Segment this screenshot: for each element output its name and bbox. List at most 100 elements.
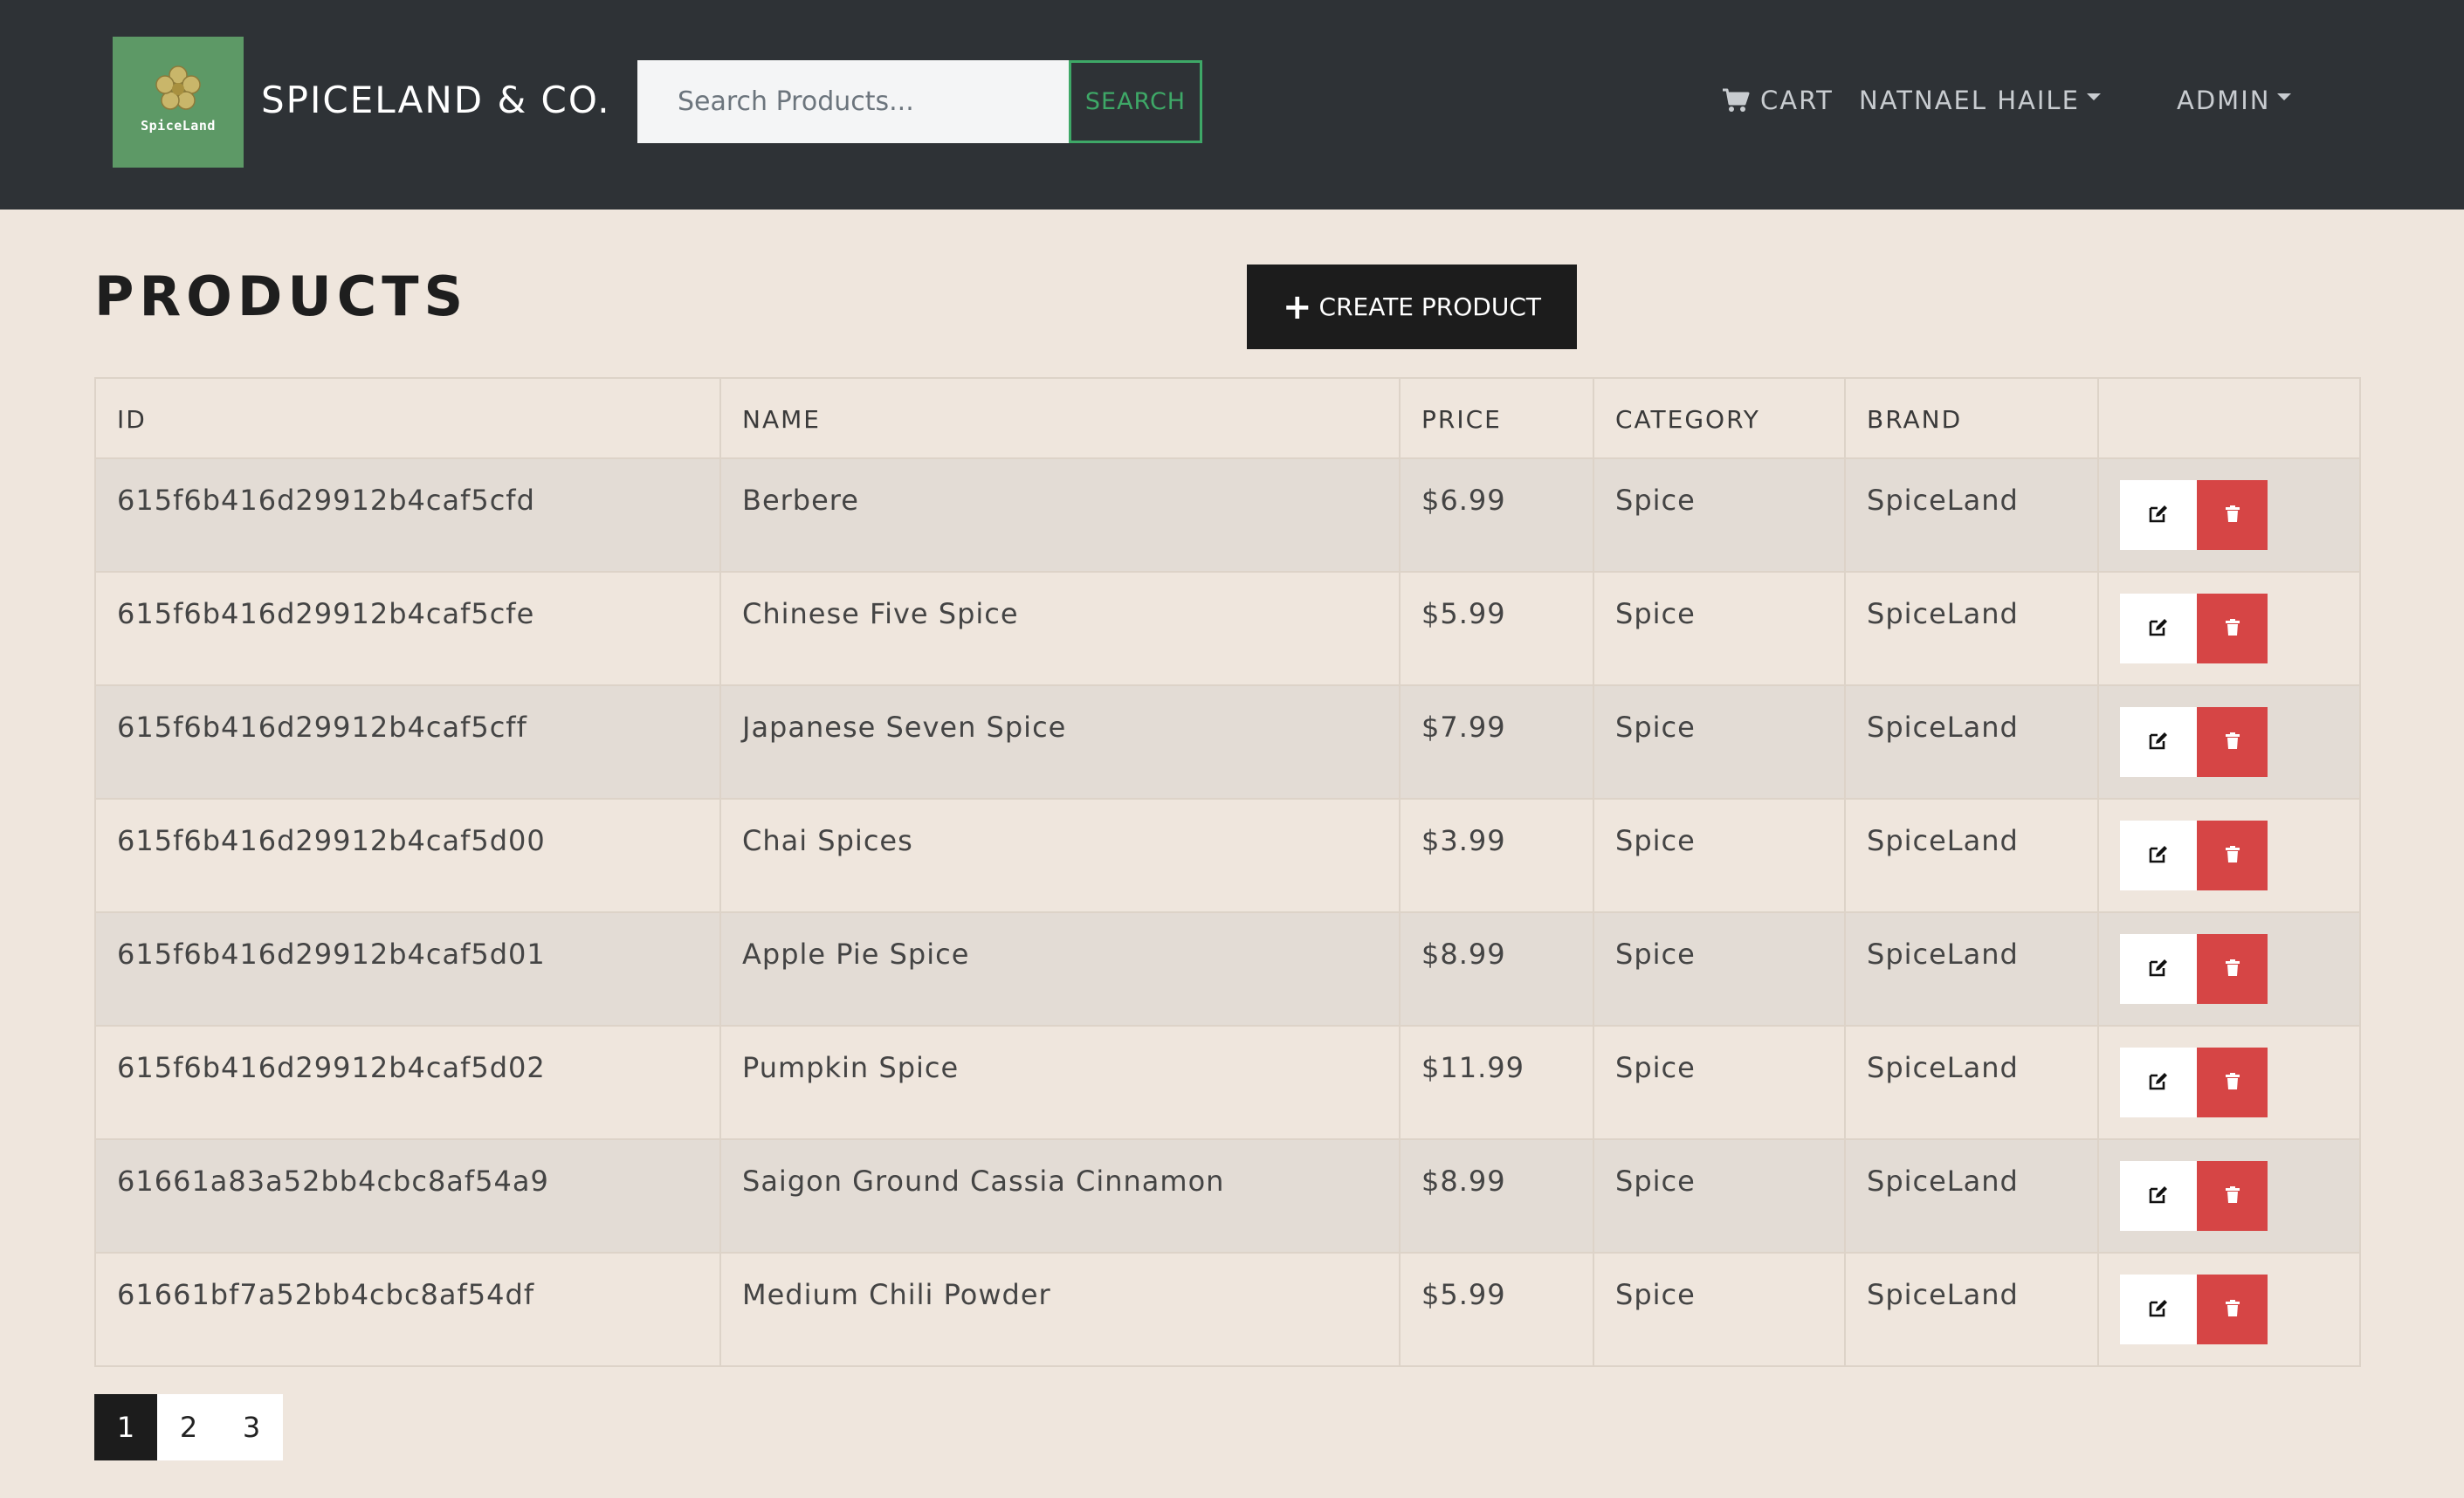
cell-id: 615f6b416d29912b4caf5cfe: [94, 571, 721, 686]
table-row: 61661bf7a52bb4cbc8af54df Medium Chili Pow…: [94, 1252, 2361, 1367]
cell-category: Spice: [1593, 911, 1846, 1027]
page-1-button[interactable]: 1: [94, 1394, 157, 1460]
header-id: ID: [94, 377, 721, 459]
cell-id: 615f6b416d29912b4caf5d02: [94, 1025, 721, 1140]
cart-link[interactable]: CART: [1722, 80, 1834, 120]
cell-category: Spice: [1593, 571, 1846, 686]
cell-price: $3.99: [1399, 798, 1594, 913]
cell-name: Chai Spices: [719, 798, 1401, 913]
page-2-button[interactable]: 2: [157, 1394, 220, 1460]
trash-icon: [2225, 618, 2240, 639]
user-dropdown[interactable]: NATNAEL HAILE: [1859, 80, 2101, 120]
cell-actions: [2097, 457, 2361, 573]
page-title: PRODUCTS: [94, 265, 469, 328]
cell-name: Medium Chili Powder: [719, 1252, 1401, 1367]
cell-brand: SpiceLand: [1844, 798, 2099, 913]
cell-category: Spice: [1593, 457, 1846, 573]
trash-icon: [2225, 505, 2240, 526]
delete-button[interactable]: [2197, 821, 2268, 890]
search-button[interactable]: SEARCH: [1069, 60, 1202, 143]
trash-icon: [2225, 845, 2240, 866]
admin-dropdown[interactable]: ADMIN: [2177, 80, 2292, 120]
cell-brand: SpiceLand: [1844, 457, 2099, 573]
table-row: 61661a83a52bb4cbc8af54a9 Saigon Ground Ca…: [94, 1138, 2361, 1254]
edit-button[interactable]: [2120, 934, 2197, 1004]
cell-category: Spice: [1593, 1252, 1846, 1367]
delete-button[interactable]: [2197, 1161, 2268, 1231]
cell-actions: [2097, 571, 2361, 686]
header-price: PRICE: [1399, 377, 1594, 459]
cell-name: Chinese Five Spice: [719, 571, 1401, 686]
header-name: NAME: [719, 377, 1401, 459]
table-header-row: ID NAME PRICE CATEGORY BRAND: [94, 377, 2361, 459]
cell-actions: [2097, 1025, 2361, 1140]
cell-price: $5.99: [1399, 571, 1594, 686]
edit-button[interactable]: [2120, 480, 2197, 550]
table-row: 615f6b416d29912b4caf5d01 Apple Pie Spice $…: [94, 911, 2361, 1027]
cell-category: Spice: [1593, 1025, 1846, 1140]
trash-icon: [2225, 1072, 2240, 1093]
delete-button[interactable]: [2197, 707, 2268, 777]
table-row: 615f6b416d29912b4caf5cfe Chinese Five Spi…: [94, 571, 2361, 686]
edit-icon: [2148, 845, 2169, 867]
navbar: SpiceLand SPICELAND & CO. SEARCH CART NA…: [0, 0, 2464, 210]
cell-price: $6.99: [1399, 457, 1594, 573]
cell-brand: SpiceLand: [1844, 911, 2099, 1027]
logo-text: SpiceLand: [141, 118, 216, 134]
cell-price: $11.99: [1399, 1025, 1594, 1140]
brand-name[interactable]: SPICELAND & CO.: [261, 77, 611, 124]
delete-button[interactable]: [2197, 1048, 2268, 1117]
header-brand: BRAND: [1844, 377, 2099, 459]
edit-icon: [2148, 959, 2169, 980]
cell-brand: SpiceLand: [1844, 1252, 2099, 1367]
delete-button[interactable]: [2197, 480, 2268, 550]
cell-id: 61661bf7a52bb4cbc8af54df: [94, 1252, 721, 1367]
cell-category: Spice: [1593, 1138, 1846, 1254]
cell-price: $5.99: [1399, 1252, 1594, 1367]
delete-button[interactable]: [2197, 934, 2268, 1004]
cell-price: $8.99: [1399, 911, 1594, 1027]
admin-label: ADMIN: [2177, 86, 2271, 115]
edit-button[interactable]: [2120, 821, 2197, 890]
cell-brand: SpiceLand: [1844, 1138, 2099, 1254]
logo[interactable]: SpiceLand: [113, 37, 244, 168]
cell-brand: SpiceLand: [1844, 571, 2099, 686]
cell-category: Spice: [1593, 684, 1846, 800]
edit-icon: [2148, 732, 2169, 753]
create-product-label: CREATE PRODUCT: [1318, 292, 1541, 321]
cell-category: Spice: [1593, 798, 1846, 913]
cart-label: CART: [1760, 86, 1834, 115]
create-product-button[interactable]: + CREATE PRODUCT: [1247, 265, 1577, 349]
cell-brand: SpiceLand: [1844, 1025, 2099, 1140]
cell-name: Saigon Ground Cassia Cinnamon: [719, 1138, 1401, 1254]
header-actions: [2097, 377, 2361, 459]
cell-id: 615f6b416d29912b4caf5cff: [94, 684, 721, 800]
cell-id: 615f6b416d29912b4caf5d01: [94, 911, 721, 1027]
page-3-button[interactable]: 3: [220, 1394, 283, 1460]
edit-icon: [2148, 618, 2169, 640]
plus-icon: +: [1283, 286, 1312, 327]
trash-icon: [2225, 732, 2240, 752]
edit-icon: [2148, 1185, 2169, 1207]
cart-icon: [1723, 88, 1750, 112]
edit-icon: [2148, 505, 2169, 526]
search-input[interactable]: [637, 60, 1069, 143]
header-category: CATEGORY: [1593, 377, 1846, 459]
edit-button[interactable]: [2120, 1161, 2197, 1231]
edit-button[interactable]: [2120, 1048, 2197, 1117]
cell-name: Apple Pie Spice: [719, 911, 1401, 1027]
cell-id: 61661a83a52bb4cbc8af54a9: [94, 1138, 721, 1254]
edit-button[interactable]: [2120, 594, 2197, 663]
delete-button[interactable]: [2197, 594, 2268, 663]
delete-button[interactable]: [2197, 1275, 2268, 1344]
caret-down-icon: [2086, 93, 2101, 100]
cell-id: 615f6b416d29912b4caf5cfd: [94, 457, 721, 573]
edit-button[interactable]: [2120, 707, 2197, 777]
table-row: 615f6b416d29912b4caf5d00 Chai Spices $3.99…: [94, 798, 2361, 913]
cell-name: Berbere: [719, 457, 1401, 573]
products-table: ID NAME PRICE CATEGORY BRAND 615f6b416d2…: [94, 377, 2361, 1367]
cell-actions: [2097, 798, 2361, 913]
edit-button[interactable]: [2120, 1275, 2197, 1344]
cell-actions: [2097, 911, 2361, 1027]
trash-icon: [2225, 1299, 2240, 1320]
